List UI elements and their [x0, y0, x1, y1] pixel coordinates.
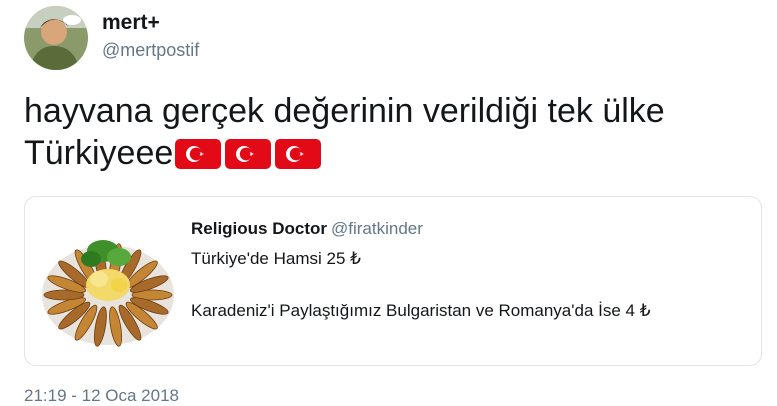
turkey-flag-icon	[275, 139, 322, 169]
avatar[interactable]	[24, 6, 88, 70]
flag-emojis	[175, 139, 322, 169]
author-display-name[interactable]: mert+	[102, 11, 160, 35]
quoted-tweet-image	[41, 215, 175, 349]
avatar-image	[24, 6, 88, 70]
fried-anchovy-plate-image	[41, 215, 175, 349]
quoted-text-line-2: Karadeniz'i Paylaştığımız Bulgaristan ve…	[191, 301, 651, 320]
quoted-text-line-1: Türkiye'de Hamsi 25 ₺	[191, 249, 361, 268]
quoted-display-name: Religious Doctor	[191, 219, 328, 238]
tweet-text-content: hayvana gerçek değerinin verildiği tek ü…	[24, 92, 665, 172]
author-handle[interactable]: @mertpostif	[102, 40, 199, 61]
turkey-flag-icon	[225, 139, 272, 169]
quoted-author: Religious Doctor @firatkinder	[191, 219, 423, 239]
quoted-tweet-card[interactable]: Religious Doctor @firatkinder Türkiye'de …	[24, 196, 762, 366]
tweet-timestamp[interactable]: 21:19 - 12 Oca 2018	[24, 386, 179, 406]
tweet-text: hayvana gerçek değerinin verildiği tek ü…	[24, 90, 764, 174]
turkey-flag-icon	[175, 139, 222, 169]
quoted-handle: @firatkinder	[331, 219, 423, 238]
